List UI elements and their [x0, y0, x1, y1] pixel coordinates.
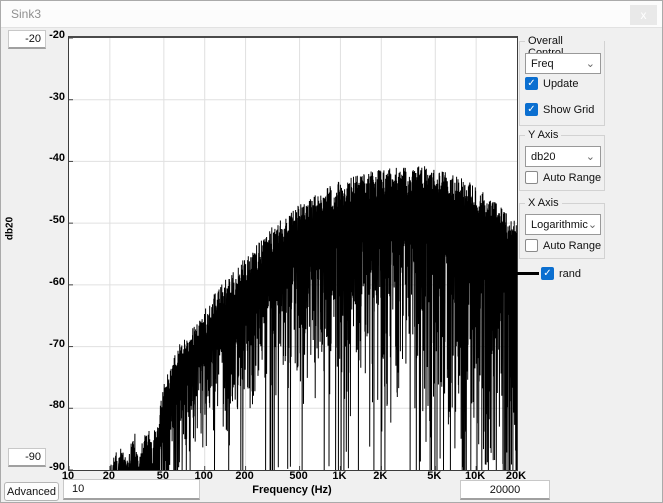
update-label: Update — [543, 78, 578, 90]
show-grid-label: Show Grid — [543, 104, 594, 116]
y-tick-label: -70 — [31, 338, 65, 350]
checkbox-checked-icon: ✓ — [525, 103, 538, 116]
legend-rand-label: rand — [559, 268, 581, 280]
x-axis-dropdown-value: Logarithmic — [531, 219, 588, 231]
overall-control-dropdown[interactable]: Freq ⌄ — [525, 53, 601, 74]
y-axis-group-title: Y Axis — [525, 129, 561, 141]
checkbox-checked-icon: ✓ — [525, 77, 538, 90]
chevron-down-icon: ⌄ — [586, 59, 595, 69]
x-axis-title: Frequency (Hz) — [222, 484, 362, 496]
checkbox-unchecked-icon: ✓ — [525, 239, 538, 252]
y-auto-range-checkbox[interactable]: ✓ Auto Range — [525, 171, 601, 184]
advanced-button[interactable]: Advanced — [4, 482, 59, 501]
x-axis-dropdown[interactable]: Logarithmic ⌄ — [525, 214, 601, 235]
y-tick-label: -60 — [31, 276, 65, 288]
spectrum-plot — [69, 38, 517, 470]
y-auto-range-label: Auto Range — [543, 172, 601, 184]
window-title: Sink3 — [11, 7, 41, 21]
y-axis-group: Y Axis db20 ⌄ ✓ Auto Range — [519, 135, 605, 191]
y-tick-label: -80 — [31, 399, 65, 411]
checkbox-unchecked-icon: ✓ — [525, 171, 538, 184]
show-grid-checkbox[interactable]: ✓ Show Grid — [525, 103, 594, 116]
chevron-down-icon: ⌄ — [588, 220, 597, 230]
x-tick-label: 5K — [412, 470, 456, 482]
y-axis-dropdown[interactable]: db20 ⌄ — [525, 146, 601, 167]
checkbox-checked-icon: ✓ — [541, 267, 554, 280]
x-min-input[interactable] — [63, 479, 200, 500]
y-tick-label: -30 — [31, 91, 65, 103]
overall-control-group: Overall Control Freq ⌄ ✓ Update ✓ Show G… — [519, 41, 605, 126]
close-button[interactable]: x — [630, 5, 657, 25]
x-max-input[interactable] — [460, 480, 550, 500]
plot-canvas[interactable] — [68, 36, 518, 471]
legend-rand-checkbox[interactable]: ✓ rand — [541, 267, 581, 280]
y-tick-label: -50 — [31, 214, 65, 226]
legend-line-swatch — [512, 272, 539, 275]
x-axis-group-title: X Axis — [525, 197, 562, 209]
titlebar: Sink3 x — [1, 1, 662, 28]
update-checkbox[interactable]: ✓ Update — [525, 77, 578, 90]
y-tick-label: -20 — [31, 29, 65, 41]
x-tick-label: 2K — [358, 470, 402, 482]
x-tick-label: 200 — [223, 470, 267, 482]
x-auto-range-checkbox[interactable]: ✓ Auto Range — [525, 239, 601, 252]
y-axis-dropdown-value: db20 — [531, 151, 555, 163]
x-auto-range-label: Auto Range — [543, 240, 601, 252]
x-axis-group: X Axis Logarithmic ⌄ ✓ Auto Range — [519, 203, 605, 259]
y-axis-title: db20 — [5, 209, 16, 249]
y-tick-label: -40 — [31, 152, 65, 164]
x-tick-label: 500 — [277, 470, 321, 482]
chevron-down-icon: ⌄ — [586, 152, 595, 162]
x-tick-label: 1K — [317, 470, 361, 482]
sink3-window: Sink3 x db20 -20-30-40-50-60-70-80-90 10… — [0, 0, 663, 503]
overall-control-dropdown-value: Freq — [531, 58, 554, 70]
